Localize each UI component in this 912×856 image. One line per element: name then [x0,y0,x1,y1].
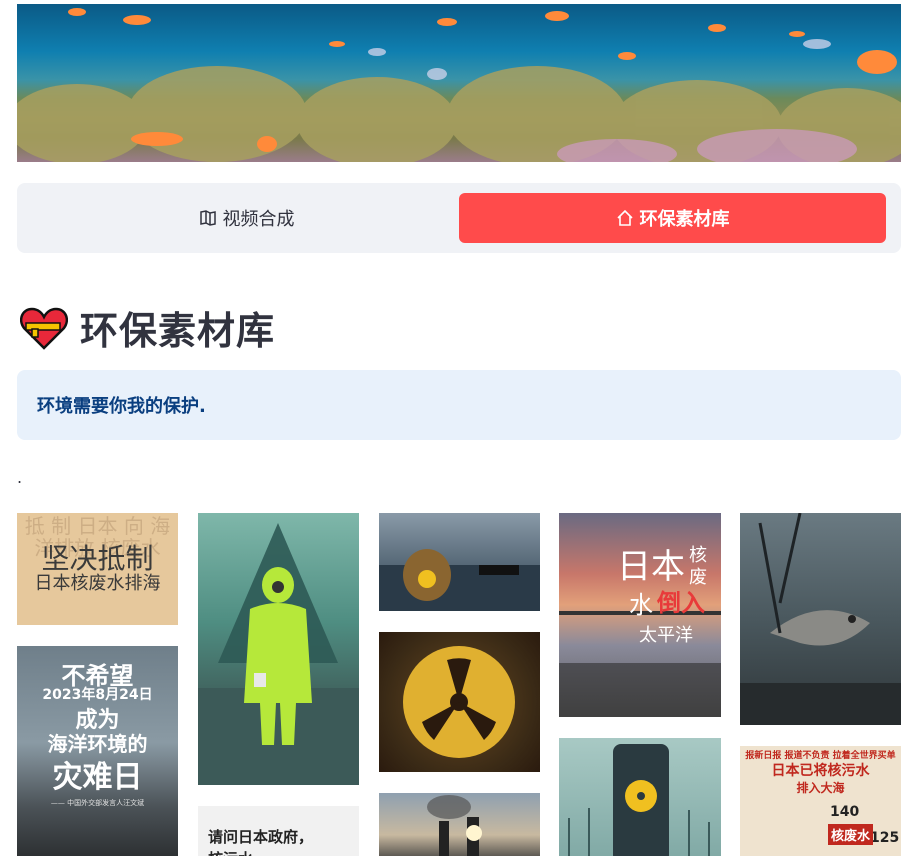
gallery-image-barrel-in-sea[interactable] [379,513,540,611]
page-title: 环保素材库 [80,309,276,353]
tab-eco-library-label: 环保素材库 [639,209,730,230]
info-alert: 环境需要你我的保护. [17,370,901,440]
tab-eco-library[interactable]: 环保素材库 [459,193,886,243]
gallery-image-dead-fish-shore[interactable] [740,513,901,725]
newspaper-headline: 日本已将核污水 [771,763,870,779]
newspaper-tag: 核废水 [828,824,874,845]
poster-question-2: 核污水 [208,848,359,856]
gallery-image-nuclear-tank[interactable] [559,738,721,856]
separator-text: . [17,468,23,487]
tab-bar: 视频合成 环保素材库 [17,183,901,253]
poster-subline: 日本核废水排海 [34,573,161,594]
gallery-image-question-poster[interactable]: 请问日本政府， 核污水 [198,806,359,856]
gallery-image-radiation-symbol[interactable] [379,632,540,772]
page-title-row: 环保素材库 [20,300,275,355]
gallery-image-disaster-day-poster[interactable]: 不希望 2023年8月24日 成为 海洋环境的 灾难日 —— 中国外交部发言人汪… [17,646,178,856]
poster-line-5: 灾难日 [52,760,143,795]
map-icon [199,210,216,226]
newspaper-number-2: 125 [870,830,900,846]
poster-dump: 倒入 [657,589,705,617]
heart-with-gun-icon [20,307,68,350]
poster-water: 水 [629,591,653,619]
poster-question-1: 请问日本政府， [208,828,314,846]
poster-japan: 日本 [617,547,685,587]
reef-banner-image [17,4,901,162]
tab-video-synthesis[interactable]: 视频合成 [33,193,460,243]
newspaper-subhead: 排入大海 [796,781,845,795]
info-alert-text: 环境需要你我的保护. [37,396,206,417]
gallery-image-pier-sunset-poster[interactable]: 日本 核 废 水 倒入 太平洋 [559,513,721,717]
poster-line-2: 2023年8月24日 [42,687,153,703]
gallery-image-newspaper[interactable]: 报新日报 报道不负责 拉着全世界买单 日本已将核污水 排入大海 140 125 … [740,746,901,856]
gallery-image-protest-poster[interactable]: 抵 制 日本 向 海洋排放 核废水 坚决抵制 日本核废水排海 [17,513,178,625]
poster-footer: —— 中国外交部发言人汪文斌 [50,799,145,807]
gallery-image-hazmat-figure[interactable] [198,513,359,785]
home-icon [616,209,633,226]
tab-video-synthesis-label: 视频合成 [222,209,295,230]
newspaper-number-1: 140 [830,804,860,820]
poster-pacific: 太平洋 [639,625,693,646]
gallery-image-smokestacks[interactable] [379,793,540,856]
